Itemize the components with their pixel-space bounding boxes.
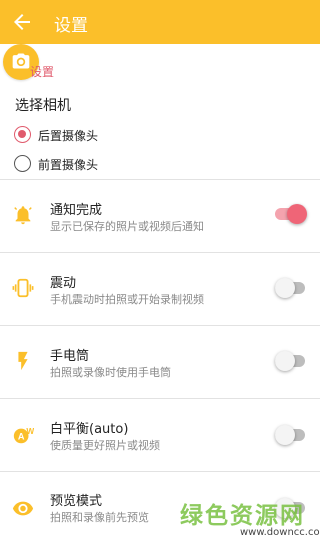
vibrate-toggle[interactable] [275,278,307,298]
setting-title: 预览模式 [50,494,103,509]
radio-rear-camera[interactable]: 后置摄像头 [14,124,294,146]
setting-white-balance[interactable]: A W 白平衡(auto) 使质量更好照片或视频 [0,399,320,471]
setting-description: 拍照和录像前先预览 [50,511,149,524]
setting-title: 手电筒 [50,349,90,364]
svg-text:W: W [26,427,34,436]
setting-flashlight[interactable]: 手电筒 拍照或录像时使用手电筒 [0,326,320,398]
radio-label: 后置摄像头 [38,129,99,143]
toggle-knob [275,425,295,445]
radio-front-camera[interactable]: 前置摄像头 [14,153,294,175]
camera-select-title: 选择相机 [15,98,71,114]
watermark-text: 绿色资源网 [180,503,305,529]
notify-toggle[interactable] [275,204,307,224]
white-balance-toggle[interactable] [275,425,307,445]
svg-text:A: A [18,432,25,442]
radio-button[interactable] [14,155,31,172]
setting-notify[interactable]: 通知完成 显示已保存的照片或视频后通知 [0,180,320,252]
radio-button-selected[interactable] [14,126,31,143]
watermark-url: www.downcc.com [240,527,320,538]
setting-description: 显示已保存的照片或视频后通知 [50,220,204,233]
white-balance-icon: A W [12,424,34,446]
toggle-knob [287,204,307,224]
toggle-knob [275,278,295,298]
back-arrow-icon[interactable] [10,10,34,34]
radio-label: 前置摄像头 [38,158,99,172]
toggle-knob [275,351,295,371]
app-bar: 设置 [0,0,320,44]
site-watermark: 绿色资源网 www.downcc.com [180,496,320,546]
flash-icon [12,350,34,372]
setting-description: 手机震动时拍照或开始录制视频 [50,293,204,306]
flashlight-toggle[interactable] [275,351,307,371]
setting-title: 震动 [50,276,77,291]
eye-icon [12,497,34,519]
vibrate-icon [12,277,34,299]
setting-title: 白平衡(auto) [50,422,129,437]
setting-vibrate[interactable]: 震动 手机震动时拍照或开始录制视频 [0,253,320,325]
setting-description: 拍照或录像时使用手电筒 [50,366,171,379]
page-title: 设置 [54,16,88,36]
section-label: 设置 [30,65,55,79]
setting-description: 使质量更好照片或视频 [50,439,160,452]
setting-title: 通知完成 [50,203,103,218]
bell-icon [12,204,34,226]
